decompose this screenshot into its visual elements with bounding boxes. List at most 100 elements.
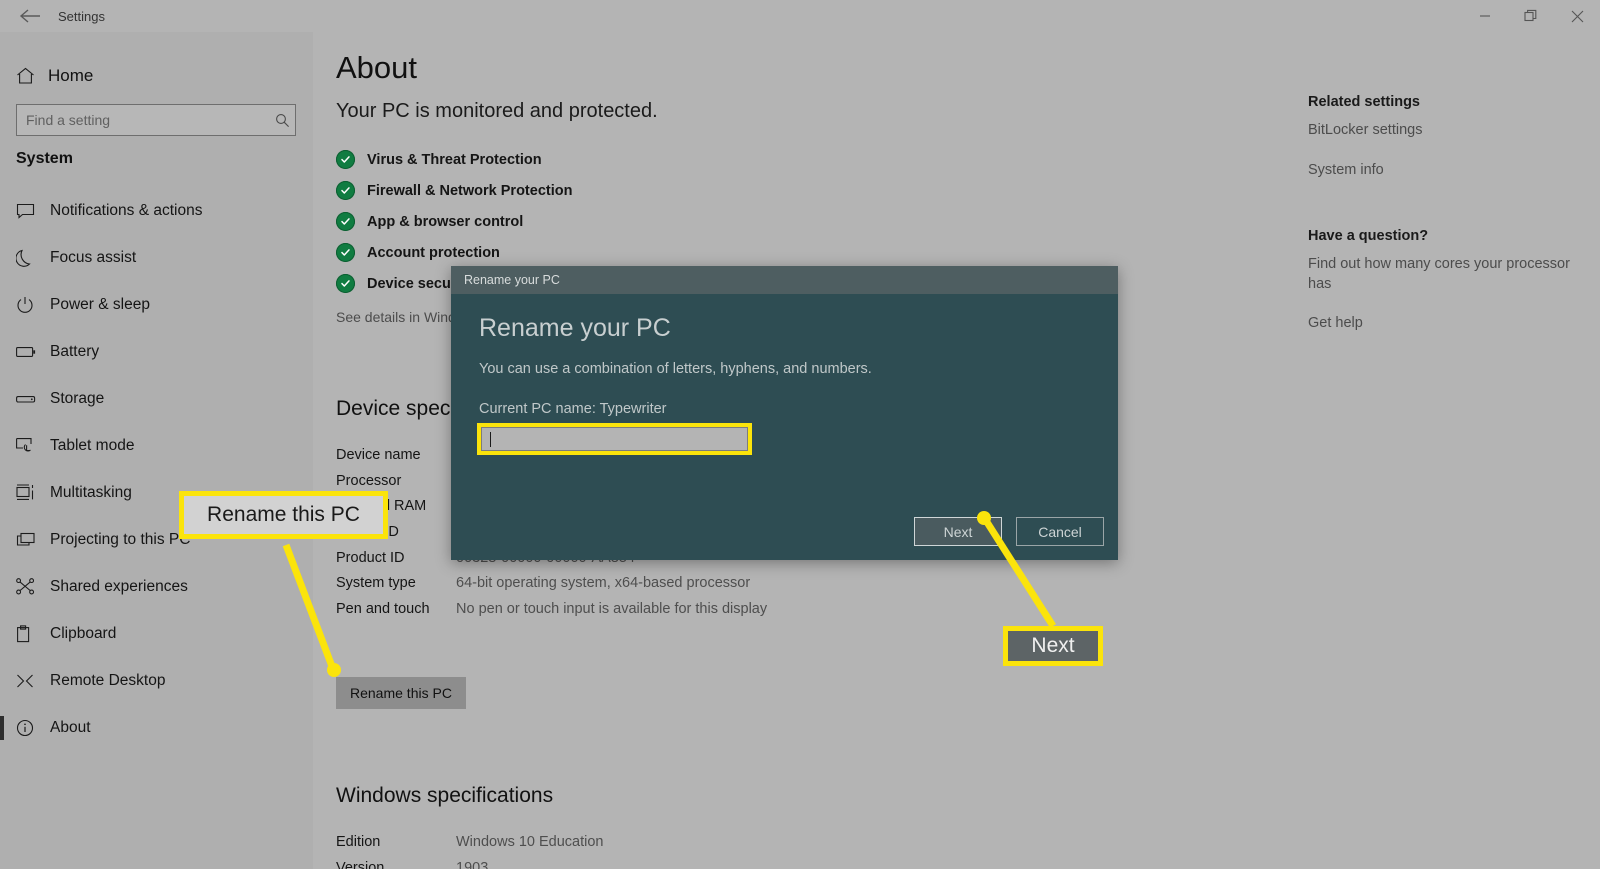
window-title: Settings (58, 8, 105, 24)
check-circle-icon (336, 181, 355, 200)
windows-specifications-table: Edition Windows 10 Education Version 190… (336, 829, 604, 869)
sidebar-item-clipboard[interactable]: Clipboard (0, 610, 313, 657)
sidebar-home-label: Home (48, 66, 94, 85)
window-controls (1462, 0, 1600, 32)
question-link-get-help[interactable]: Get help (1308, 314, 1588, 334)
clipboard-icon (16, 622, 46, 646)
sidebar-nav-list: Notifications & actions Focus assist Pow… (0, 187, 313, 751)
minimize-icon[interactable] (1462, 0, 1508, 32)
storage-icon (16, 387, 46, 411)
security-status-item: Account protection (336, 237, 572, 268)
projecting-icon (16, 528, 46, 552)
sidebar-item-remote-desktop[interactable]: Remote Desktop (0, 657, 313, 704)
dialog-heading: Rename your PC (479, 314, 671, 342)
check-circle-icon (336, 212, 355, 231)
sidebar-item-label: Battery (50, 342, 100, 360)
dialog-current-pc-name: Current PC name: Typewriter (479, 401, 667, 417)
dialog-button-row: Next Cancel (914, 517, 1104, 546)
spec-key: Processor (336, 472, 402, 489)
windows-specifications-title: Windows specifications (336, 784, 554, 807)
search-placeholder: Find a setting (26, 112, 111, 128)
related-settings-panel: Related settings BitLocker settings Syst… (1308, 94, 1588, 354)
share-icon (16, 575, 46, 599)
search-icon (269, 113, 295, 128)
spec-key: Version (336, 859, 385, 869)
security-item-label: App & browser control (367, 213, 524, 230)
sidebar-item-label: Projecting to this PC (50, 530, 191, 548)
sidebar-item-label: Clipboard (50, 624, 117, 642)
spec-key: Device name (336, 446, 421, 463)
sidebar-item-label: Storage (50, 389, 105, 407)
spec-key: Edition (336, 833, 381, 850)
callout-rename-this-pc: Rename this PC (179, 491, 388, 539)
sidebar-item-notifications[interactable]: Notifications & actions (0, 187, 313, 234)
sidebar-item-label: Remote Desktop (50, 671, 166, 689)
sidebar-section-title: System (16, 150, 73, 167)
sidebar-item-focus-assist[interactable]: Focus assist (0, 234, 313, 281)
sidebar-item-tablet-mode[interactable]: Tablet mode (0, 422, 313, 469)
restore-icon[interactable] (1508, 0, 1554, 32)
related-link-system-info[interactable]: System info (1308, 161, 1588, 181)
spec-row: Pen and touch No pen or touch input is a… (336, 596, 767, 622)
moon-icon (16, 246, 46, 270)
sidebar-item-label: Multitasking (50, 483, 132, 501)
window-titlebar: Settings (0, 0, 1600, 32)
security-item-label: Firewall & Network Protection (367, 182, 573, 199)
callout-next: Next (1003, 626, 1103, 666)
rename-this-pc-button[interactable]: Rename this PC (336, 677, 466, 709)
sidebar-item-power-sleep[interactable]: Power & sleep (0, 281, 313, 328)
related-link-bitlocker[interactable]: BitLocker settings (1308, 121, 1588, 141)
info-icon (16, 716, 46, 740)
sidebar: Home Find a setting System Notifications… (0, 32, 313, 869)
battery-icon (16, 340, 46, 364)
spec-row: Edition Windows 10 Education (336, 829, 604, 855)
pc-name-input[interactable] (481, 427, 748, 451)
spec-value: 1903 (456, 859, 489, 869)
text-caret (490, 432, 491, 447)
sidebar-item-label: Focus assist (50, 248, 137, 266)
sidebar-item-label: Shared experiences (50, 577, 188, 595)
back-arrow-icon[interactable] (10, 0, 50, 32)
sidebar-item-about[interactable]: About (0, 704, 313, 751)
security-status-item: Virus & Threat Protection (336, 144, 572, 175)
dialog-next-button[interactable]: Next (914, 517, 1002, 546)
sidebar-item-label: Tablet mode (50, 436, 135, 454)
protection-headline: Your PC is monitored and protected. (336, 100, 658, 122)
settings-window: Settings Home Find a setting System Noti… (0, 0, 1600, 869)
sidebar-item-label: Power & sleep (50, 295, 150, 313)
tablet-icon (16, 434, 46, 458)
notification-icon (16, 199, 46, 223)
sidebar-item-shared-experiences[interactable]: Shared experiences (0, 563, 313, 610)
sidebar-item-home[interactable]: Home (0, 56, 313, 96)
spec-value: 64-bit operating system, x64-based proce… (456, 575, 751, 592)
sidebar-item-storage[interactable]: Storage (0, 375, 313, 422)
dialog-titlebar-text: Rename your PC (464, 273, 560, 287)
spec-value: Windows 10 Education (456, 833, 604, 850)
sidebar-item-battery[interactable]: Battery (0, 328, 313, 375)
dialog-titlebar: Rename your PC (451, 266, 1118, 294)
spec-key: Product ID (336, 549, 405, 566)
multitasking-icon (16, 481, 46, 505)
close-icon[interactable] (1554, 0, 1600, 32)
check-circle-icon (336, 274, 355, 293)
dialog-cancel-button[interactable]: Cancel (1016, 517, 1104, 546)
security-status-item: App & browser control (336, 206, 572, 237)
security-item-label: Account protection (367, 244, 500, 261)
search-input[interactable]: Find a setting (16, 104, 296, 136)
related-settings-title: Related settings (1308, 94, 1420, 110)
sidebar-item-label: About (50, 718, 91, 736)
pc-name-input-highlight (477, 423, 752, 455)
page-title: About (336, 50, 418, 85)
remote-desktop-icon (16, 669, 46, 693)
sidebar-item-label: Notifications & actions (50, 201, 203, 219)
dialog-description: You can use a combination of letters, hy… (479, 361, 872, 377)
spec-row: Version 1903 (336, 855, 604, 869)
power-icon (16, 293, 46, 317)
panel-spacer (1308, 200, 1588, 228)
have-a-question-title: Have a question? (1308, 228, 1429, 245)
spec-key: System type (336, 575, 416, 592)
question-link-cores[interactable]: Find out how many cores your processor h… (1308, 255, 1588, 294)
spec-row: System type 64-bit operating system, x64… (336, 570, 767, 596)
check-circle-icon (336, 243, 355, 262)
home-icon (16, 67, 46, 85)
